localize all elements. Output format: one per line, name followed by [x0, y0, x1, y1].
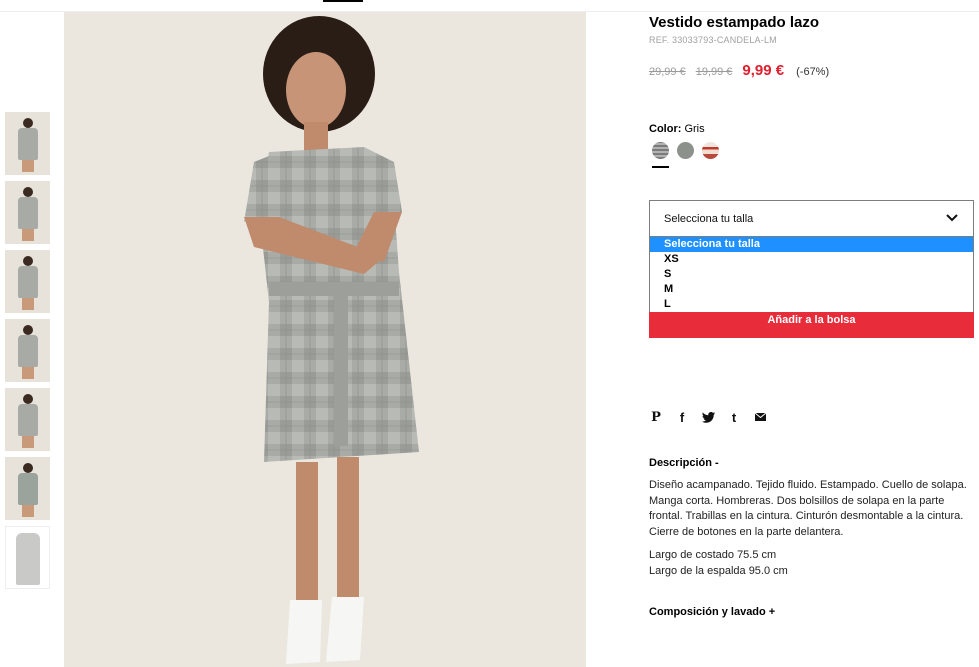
thumbnail-7[interactable] [5, 526, 50, 589]
size-option-s[interactable]: S [650, 267, 973, 282]
thumbnail-gallery [5, 112, 51, 595]
product-main-image[interactable] [64, 12, 586, 667]
facebook-icon[interactable]: f [675, 410, 689, 425]
color-label-line: Color: Gris [649, 123, 705, 135]
share-bar: P f t [649, 410, 779, 425]
active-tab-marker [323, 0, 363, 2]
description-body: Diseño acampanado. Tejido fluido. Estamp… [649, 478, 974, 579]
size-select-label: Selecciona tu talla [664, 213, 754, 225]
discount-badge: (-67%) [796, 66, 830, 78]
email-icon[interactable] [753, 410, 767, 424]
twitter-icon[interactable] [701, 410, 715, 424]
color-label: Color: [649, 123, 682, 135]
color-swatch-rosa-estampado[interactable] [702, 142, 719, 159]
pinterest-icon[interactable]: P [649, 410, 663, 425]
color-swatches [652, 142, 727, 159]
price-current: 9,99 € [742, 62, 785, 79]
measure-side-length: Largo de costado 75.5 cm [649, 549, 777, 561]
thumbnail-1[interactable] [5, 112, 50, 175]
color-value: Gris [684, 123, 705, 135]
product-title: Vestido estampado lazo [649, 14, 820, 31]
size-dropdown-list: Selecciona tu talla XS S M L [649, 237, 974, 313]
thumbnail-3[interactable] [5, 250, 50, 313]
size-option-l[interactable]: L [650, 297, 973, 312]
size-select[interactable]: Selecciona tu talla [649, 200, 974, 237]
size-option-m[interactable]: M [650, 282, 973, 297]
price-block: 29,99 € 19,99 € 9,99 € (-67%) [649, 62, 829, 79]
selected-swatch-indicator [652, 166, 669, 168]
price-original: 29,99 € [649, 66, 686, 78]
measure-back-length: Largo de la espalda 95.0 cm [649, 564, 788, 577]
product-reference: REF. 33033793-CANDELA-LM [649, 35, 777, 45]
thumbnail-6[interactable] [5, 457, 50, 520]
size-option-xs[interactable]: XS [650, 252, 973, 267]
thumbnail-5[interactable] [5, 388, 50, 451]
color-swatch-gris-check[interactable] [652, 142, 669, 159]
chevron-down-icon [946, 214, 958, 222]
description-heading[interactable]: Descripción - [649, 457, 719, 469]
composition-heading[interactable]: Composición y lavado + [649, 606, 775, 618]
thumbnail-4[interactable] [5, 319, 50, 382]
price-previous: 19,99 € [695, 66, 733, 78]
description-text: Diseño acampanado. Tejido fluido. Estamp… [649, 479, 967, 538]
size-option-placeholder[interactable]: Selecciona tu talla [650, 237, 973, 252]
color-swatch-gris-verde[interactable] [677, 142, 694, 159]
thumbnail-2[interactable] [5, 181, 50, 244]
tumblr-icon[interactable]: t [727, 410, 741, 425]
add-to-bag-button[interactable]: Añadir a la bolsa [649, 312, 974, 338]
